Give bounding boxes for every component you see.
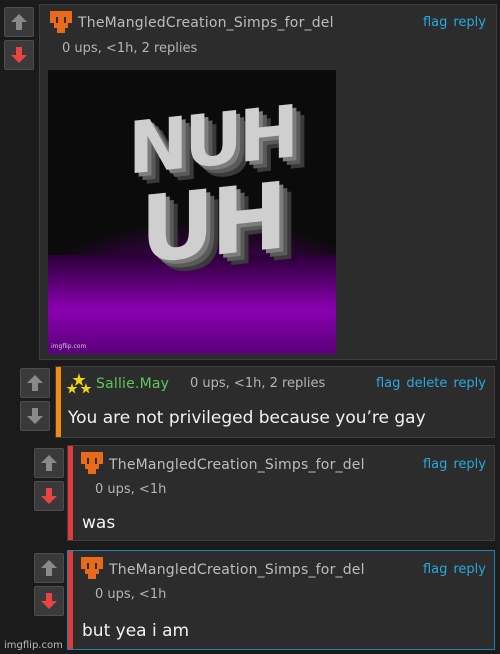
comment-actions: flag reply: [417, 562, 486, 577]
arrow-up-icon: [27, 375, 43, 391]
comment-meta: 0 ups, <1h, 2 replies: [62, 41, 198, 56]
meme-image[interactable]: NUH UH imgflip.com: [48, 70, 336, 354]
comment-username[interactable]: Sallie.May: [96, 376, 169, 392]
vote-column-2: [20, 368, 50, 431]
comment-username[interactable]: TheMangledCreation_Simps_for_del: [109, 457, 365, 473]
vote-column-1: [4, 7, 34, 70]
downvote-button[interactable]: [34, 481, 64, 511]
comment-actions: flag delete reply: [370, 376, 486, 391]
arrow-down-icon: [41, 593, 57, 609]
arrow-down-icon: [27, 408, 43, 424]
comment-username[interactable]: TheMangledCreation_Simps_for_del: [78, 15, 334, 31]
upvote-button[interactable]: [34, 448, 64, 478]
footer-watermark: imgflip.com: [4, 640, 63, 651]
flag-link[interactable]: flag: [423, 15, 447, 30]
flag-link[interactable]: flag: [423, 457, 447, 472]
upvote-button[interactable]: [34, 553, 64, 583]
reply-link[interactable]: reply: [453, 562, 486, 577]
comment-text: You are not privileged because you’re ga…: [68, 408, 426, 428]
downvote-button[interactable]: [4, 40, 34, 70]
user-avatar-icon: [81, 557, 103, 579]
upvote-button[interactable]: [4, 7, 34, 37]
comment-actions: flag reply: [417, 457, 486, 472]
vote-column-3: [34, 448, 64, 511]
comment-username[interactable]: TheMangledCreation_Simps_for_del: [109, 562, 365, 578]
delete-link[interactable]: delete: [406, 376, 447, 391]
comment-3: TheMangledCreation_Simps_for_del flag rep…: [67, 445, 495, 541]
reply-link[interactable]: reply: [453, 457, 486, 472]
reply-link[interactable]: reply: [453, 376, 486, 391]
arrow-down-icon: [41, 488, 57, 504]
downvote-button[interactable]: [34, 586, 64, 616]
arrow-up-icon: [41, 560, 57, 576]
flag-link[interactable]: flag: [423, 562, 447, 577]
comment-text: but yea i am: [82, 621, 190, 641]
comment-actions: flag reply: [417, 15, 486, 30]
comment-accent-bar: [68, 446, 73, 540]
user-avatar-icon: [50, 11, 72, 33]
meme-text-bottom: UH: [140, 162, 284, 285]
stars-avatar-icon: [66, 373, 92, 394]
flag-link[interactable]: flag: [376, 376, 400, 391]
arrow-up-icon: [41, 455, 57, 471]
vote-column-4: [34, 553, 64, 616]
comment-4: TheMangledCreation_Simps_for_del flag rep…: [67, 550, 495, 650]
arrow-down-icon: [11, 47, 27, 63]
comment-meta: 0 ups, <1h, 2 replies: [190, 376, 326, 391]
upvote-button[interactable]: [20, 368, 50, 398]
downvote-button[interactable]: [20, 401, 50, 431]
image-watermark: imgflip.com: [51, 343, 87, 350]
user-avatar-icon: [81, 452, 103, 474]
comment-accent-bar: [68, 551, 73, 649]
comment-text: was: [82, 513, 116, 533]
arrow-up-icon: [11, 14, 27, 30]
comment-meta: 0 ups, <1h: [95, 587, 167, 602]
comment-accent-bar: [56, 367, 61, 437]
reply-link[interactable]: reply: [453, 15, 486, 30]
comment-2: Sallie.May 0 ups, <1h, 2 replies flag del…: [55, 366, 495, 438]
comment-meta: 0 ups, <1h: [95, 482, 167, 497]
